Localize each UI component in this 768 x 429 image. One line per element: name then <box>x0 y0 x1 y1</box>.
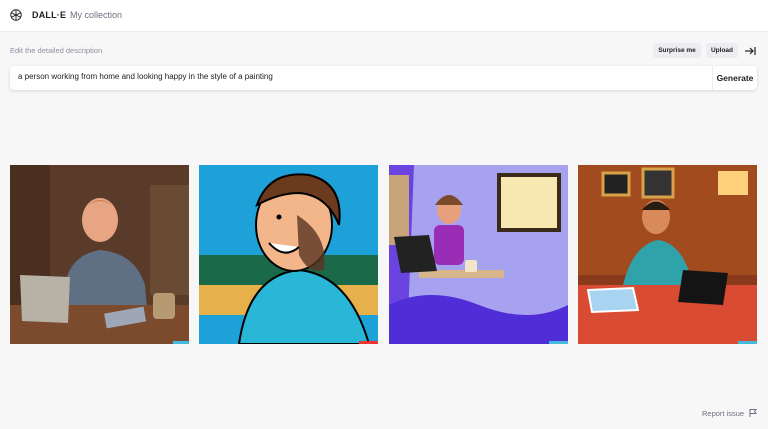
nav-my-collection-link[interactable]: My collection <box>70 10 122 20</box>
top-navigation-bar: DALL·E My collection <box>0 0 768 32</box>
openai-logo-icon[interactable] <box>9 8 23 22</box>
surprise-me-button[interactable]: Surprise me <box>653 43 701 58</box>
brand-name[interactable]: DALL·E <box>32 10 66 20</box>
report-issue-link[interactable]: Report issue <box>702 409 744 418</box>
prompt-input[interactable] <box>18 72 698 81</box>
result-image-1[interactable] <box>10 165 189 344</box>
prompt-bar: Generate <box>10 66 757 90</box>
result-image-3[interactable] <box>389 165 568 344</box>
description-label: Edit the detailed description <box>10 46 103 55</box>
generate-button[interactable]: Generate <box>713 66 757 90</box>
collapse-panel-icon[interactable] <box>743 44 757 58</box>
result-image-2[interactable] <box>199 165 378 344</box>
flag-icon[interactable] <box>748 408 758 418</box>
result-image-4[interactable] <box>578 165 757 344</box>
upload-button[interactable]: Upload <box>706 43 738 58</box>
